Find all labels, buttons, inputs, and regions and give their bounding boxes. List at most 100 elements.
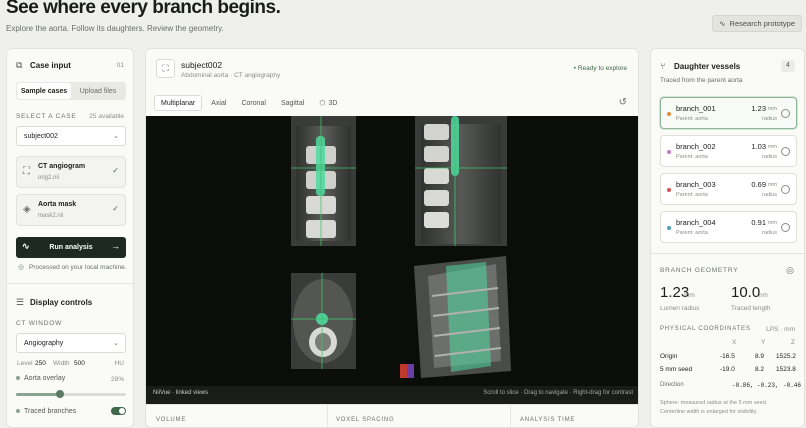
window-preset-select[interactable]: Angiography ⌄ — [16, 333, 126, 353]
branch-radius-label: radius — [762, 116, 777, 122]
case-select[interactable]: subject002 ⌄ — [16, 126, 126, 146]
upload-icon: ⧉ — [16, 60, 23, 70]
branch-name: branch_001 — [676, 104, 716, 113]
level-value[interactable]: 250 — [35, 360, 46, 367]
tab-axial[interactable]: Axial — [205, 95, 232, 111]
branch-card-004[interactable]: branch_004 Parent: aorta 0.91 mm radius — [660, 211, 797, 243]
expand-icon[interactable]: ⛶ — [156, 59, 175, 78]
activity-icon: ∿ — [22, 241, 30, 251]
ct-angiogram-file[interactable]: ⛶ CT angiogram orig2.nii ✓ — [16, 156, 126, 188]
volume-3d-view[interactable] — [400, 256, 511, 378]
ready-status: • Ready to explore — [573, 65, 627, 72]
pulse-icon: ∿ — [719, 19, 726, 28]
branch-select-radio[interactable] — [781, 109, 790, 118]
slider-fill — [16, 393, 60, 396]
coords-header: X Y Z — [660, 339, 797, 351]
geometry-note-2: Centerline width is enlarged for visibil… — [660, 409, 758, 415]
branch-unit: mm — [767, 106, 777, 112]
case-input-step: 01 — [116, 62, 124, 69]
lumen-radius-label: Lumen radius — [660, 305, 700, 312]
branch-unit: mm — [767, 144, 777, 150]
traced-length-unit: mm — [757, 292, 768, 299]
origin-z: 1525.2 — [776, 353, 796, 360]
branch-radius: 1.03 — [751, 142, 766, 151]
branch-count-badge: 4 — [781, 60, 795, 72]
tab-coronal[interactable]: Coronal — [235, 95, 272, 111]
ready-label: Ready to explore — [577, 65, 627, 72]
multiplanar-views[interactable] — [146, 116, 639, 404]
seed-label: 5 mm seed — [660, 366, 693, 373]
volume-label: VOLUME — [156, 417, 187, 423]
branch-parent: Parent: aorta — [676, 154, 708, 160]
tab-multiplanar[interactable]: Multiplanar — [154, 95, 203, 111]
sliders-icon: ☰ — [16, 297, 25, 307]
divider — [7, 283, 133, 284]
aorta-mask-file[interactable]: ◈ Aorta mask mask2.nii ✓ — [16, 194, 126, 226]
divider — [651, 253, 804, 254]
tab-3d-label: 3D — [328, 99, 338, 107]
seed-z: 1523.8 — [776, 366, 796, 373]
branch-color-dot — [667, 112, 671, 116]
divider — [510, 405, 511, 427]
aorta-overlay-label: Aorta overlay — [24, 375, 66, 382]
branch-unit: mm — [767, 182, 777, 188]
run-analysis-label: Run analysis — [49, 244, 93, 251]
branch-card-003[interactable]: branch_003 Parent: aorta 0.69 mm radius — [660, 173, 797, 205]
branch-color-dot — [667, 188, 671, 192]
branch-color-dot — [667, 226, 671, 230]
branch-card-001[interactable]: branch_001 Parent: aorta 1.23 mm radius — [660, 97, 797, 129]
layers-icon: ◈ — [23, 204, 31, 215]
coronal-view[interactable] — [291, 116, 356, 246]
voxel-spacing-label: VOXEL SPACING — [336, 417, 395, 423]
aorta-overlay-slider[interactable] — [16, 390, 126, 398]
shield-icon: ◎ — [18, 264, 25, 271]
cube-icon: ⬡ — [319, 100, 326, 107]
tab-sagittal[interactable]: Sagittal — [275, 95, 310, 111]
branch-card-002[interactable]: branch_002 Parent: aorta 1.03 mm radius — [660, 135, 797, 167]
axis-z: Z — [791, 339, 795, 346]
lumen-radius-unit: mm — [684, 292, 695, 299]
direction-y: -0.23, — [757, 382, 779, 389]
scan-icon: ⛶ — [23, 166, 30, 177]
subject-title: subject002 — [181, 60, 223, 70]
subject-subtitle: Abdominal aorta · CT angiography — [181, 72, 281, 79]
viewer-engine-label: NiiVue · linked views — [153, 390, 209, 396]
image-viewer[interactable]: NiiVue · linked views Scroll to slice · … — [146, 116, 639, 404]
hu-label: HU — [114, 360, 124, 367]
reset-icon[interactable]: ↺ — [619, 97, 627, 108]
run-analysis-button[interactable]: ∿ Run analysis → — [16, 237, 126, 258]
upload-files-tab[interactable]: Upload files — [72, 83, 124, 99]
branch-select-radio[interactable] — [781, 185, 790, 194]
chevron-down-icon: ⌄ — [113, 340, 119, 347]
stats-bar: VOLUME VOXEL SPACING ANALYSIS TIME — [146, 404, 638, 427]
seed-row: 5 mm seed -19.0 8.2 1523.8 — [660, 366, 797, 378]
research-prototype-badge[interactable]: ∿ Research prototype — [712, 15, 802, 32]
branch-select-radio[interactable] — [781, 147, 790, 156]
traced-dot — [16, 409, 20, 413]
branch-color-dot — [667, 150, 671, 154]
chevron-down-icon: ⌄ — [113, 133, 119, 140]
slider-handle[interactable] — [56, 390, 64, 398]
branch-name: branch_003 — [676, 180, 716, 189]
origin-label: Origin — [660, 353, 678, 360]
aorta-overlay-value: 28% — [110, 376, 124, 383]
file-path: mask2.nii — [38, 213, 64, 219]
target-icon[interactable]: ◎ — [786, 265, 794, 276]
traced-length-value: 10.0 — [731, 284, 761, 301]
direction-label: Direction — [660, 382, 684, 388]
branch-parent: Parent: aorta — [676, 230, 708, 236]
axial-view[interactable] — [291, 273, 356, 369]
check-icon: ✓ — [112, 166, 119, 175]
local-note: Processed on your local machine. — [29, 264, 127, 271]
sample-cases-tab[interactable]: Sample cases — [17, 83, 71, 99]
traced-branches-label: Traced branches — [24, 408, 77, 415]
branch-select-radio[interactable] — [781, 223, 790, 232]
sagittal-view[interactable] — [415, 116, 507, 246]
select-case-label: SELECT A CASE — [16, 113, 77, 120]
tab-3d[interactable]: ⬡ 3D — [313, 95, 343, 111]
width-value[interactable]: 500 — [74, 360, 85, 367]
direction-z: -0.46 — [783, 382, 802, 389]
geometry-note-1: Sphere: measured radius at the 5 mm seed… — [660, 400, 768, 406]
traced-branches-toggle[interactable] — [111, 407, 126, 415]
display-controls-title: Display controls — [30, 298, 93, 307]
